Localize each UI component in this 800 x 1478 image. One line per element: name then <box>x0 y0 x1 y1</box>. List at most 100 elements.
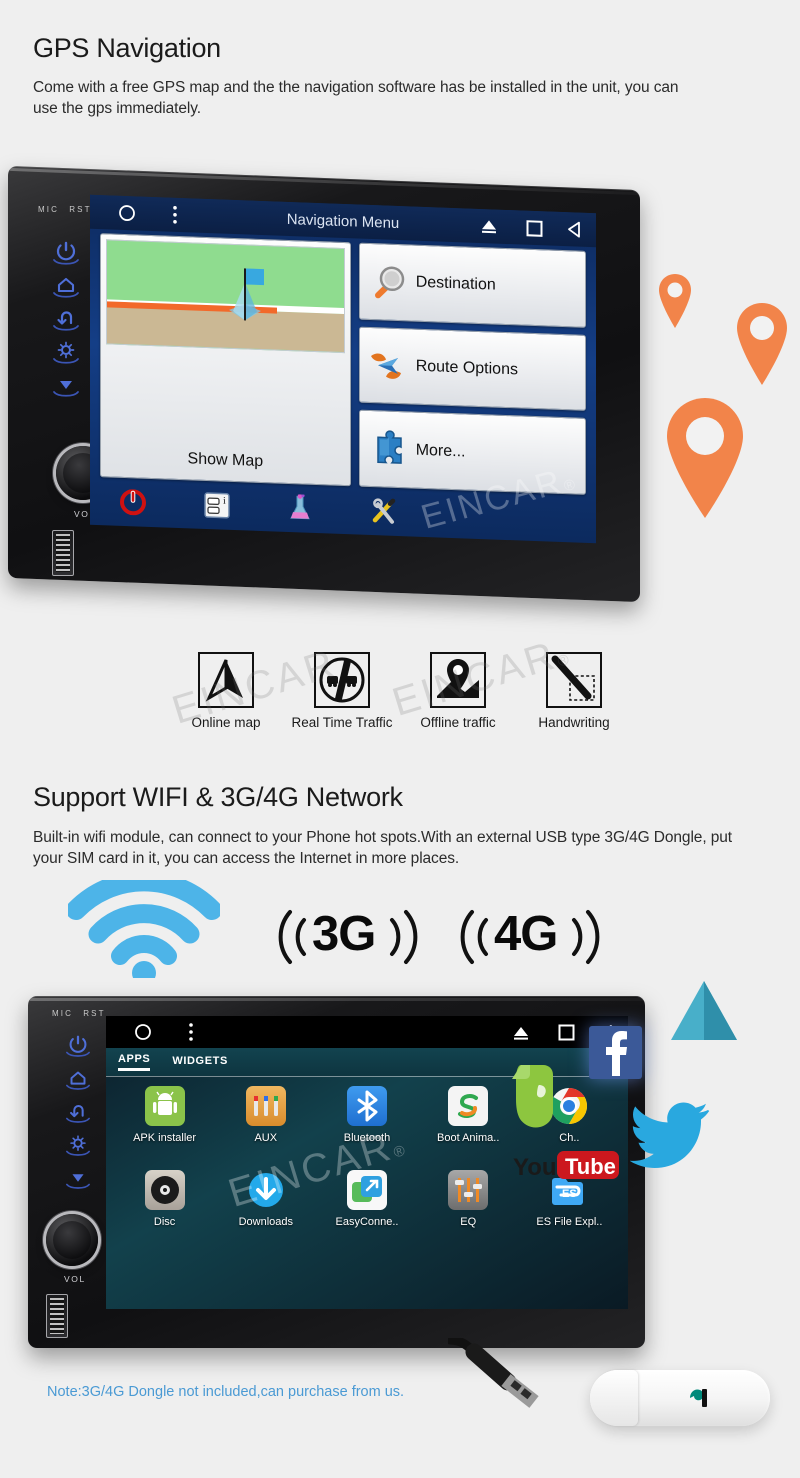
home-circle-icon[interactable] <box>118 204 136 223</box>
app-label: Downloads <box>238 1216 293 1228</box>
feature-label: Real Time Traffic <box>291 715 393 730</box>
map-thumbnail <box>106 239 345 354</box>
flask-icon[interactable] <box>288 493 312 523</box>
power-icon <box>53 241 79 265</box>
feature-handwriting: Handwriting <box>530 652 618 730</box>
rst-label: RST <box>83 1009 106 1018</box>
dongle-cap <box>590 1370 638 1426</box>
aux-plugs-icon <box>245 1086 286 1126</box>
home-icon <box>66 1071 90 1090</box>
nav-menu-grid: Show Map Destination Route Options More.… <box>100 233 586 495</box>
side-button-back[interactable] <box>58 1096 98 1129</box>
app-label: Disc <box>153 1216 176 1228</box>
app-aux[interactable]: AUX <box>215 1086 316 1144</box>
disc-icon <box>144 1170 185 1210</box>
volume-knob[interactable] <box>46 1214 98 1266</box>
puzzle-icon <box>368 429 410 471</box>
side-button-back[interactable] <box>46 302 86 335</box>
svg-text:i: i <box>223 496 226 507</box>
show-map-card[interactable]: Show Map <box>100 233 351 487</box>
pen-writing-icon <box>546 652 602 708</box>
app-bluetooth[interactable]: Bluetooth <box>316 1086 417 1144</box>
square-icon[interactable] <box>558 1024 575 1041</box>
home-icon <box>53 277 79 298</box>
feature-icon-row: Online map Real Time Traffic Offline tra… <box>182 652 618 730</box>
nav-button-route-options[interactable]: Route Options <box>358 326 586 412</box>
easyconnect-icon <box>346 1170 387 1210</box>
eject-icon[interactable] <box>510 1024 532 1042</box>
back-icon <box>66 1104 90 1123</box>
navigation-screen: Navigation Menu Show Map Destination Rou… <box>90 194 596 544</box>
traffic-info-icon[interactable]: i <box>204 492 230 519</box>
feature-label: Handwriting <box>538 715 610 730</box>
app-label: ES File Expl.. <box>536 1216 603 1228</box>
nav-button-destination[interactable]: Destination <box>358 242 586 328</box>
sogou-s-icon <box>448 1086 489 1126</box>
feature-real-time-traffic: Real Time Traffic <box>291 652 393 730</box>
feature-online-map: Online map <box>182 652 270 730</box>
side-button-home[interactable] <box>46 269 86 302</box>
eject-icon[interactable] <box>478 217 500 236</box>
bluetooth-icon <box>346 1086 387 1126</box>
nav-button-destination-label: Destination <box>415 273 496 294</box>
app-eq[interactable]: EQ <box>418 1170 519 1228</box>
back-icon <box>53 311 79 331</box>
google-play-triangle-icon <box>671 981 737 1040</box>
destination-flag-icon <box>229 268 264 321</box>
feature-label: Online map <box>191 715 261 730</box>
back-triangle-icon[interactable] <box>566 220 584 239</box>
menu-dots-icon[interactable] <box>188 1022 194 1042</box>
square-icon[interactable] <box>526 219 543 237</box>
mic-label: MIC <box>38 205 59 214</box>
menu-dots-icon[interactable] <box>172 205 178 225</box>
side-button-power[interactable] <box>58 1030 98 1063</box>
side-button-eject[interactable] <box>46 368 86 401</box>
android-status-bar <box>106 1016 628 1048</box>
brightness-icon <box>53 341 79 364</box>
usb-port[interactable] <box>52 530 74 576</box>
eject-icon <box>53 381 79 397</box>
twitter-icon <box>630 1102 710 1168</box>
eject-icon <box>66 1174 90 1189</box>
power-icon[interactable] <box>120 489 146 516</box>
show-map-label: Show Map <box>187 450 264 471</box>
app-label: Boot Anima.. <box>437 1132 500 1144</box>
app-easyconnect[interactable]: EasyConne.. <box>316 1170 417 1228</box>
tab-apps[interactable]: APPS <box>118 1053 151 1071</box>
volume-label: VOL <box>64 1274 86 1284</box>
svg-text:Tube: Tube <box>565 1154 616 1179</box>
power-icon <box>66 1035 90 1057</box>
app-apk-installer[interactable]: APK installer <box>114 1086 215 1144</box>
magnifier-icon <box>368 261 410 303</box>
app-boot-animation[interactable]: Boot Anima.. <box>418 1086 519 1144</box>
nav-button-more[interactable]: More... <box>358 409 586 495</box>
side-button-power[interactable] <box>46 236 86 269</box>
gps-section-title: GPS Navigation <box>33 33 221 63</box>
feature-label: Offline traffic <box>420 715 496 730</box>
app-downloads[interactable]: Downloads <box>215 1170 316 1228</box>
side-button-home[interactable] <box>58 1063 98 1096</box>
app-disc[interactable]: Disc <box>114 1170 215 1228</box>
badge-3g-text: 3G <box>312 907 376 961</box>
facebook-icon <box>589 1026 642 1079</box>
usb-port[interactable] <box>46 1294 68 1338</box>
navigation-arrow-icon <box>198 652 254 708</box>
side-button-eject[interactable] <box>58 1162 98 1195</box>
usb-cable <box>448 1338 539 1408</box>
nav-button-more-label: More... <box>415 441 466 461</box>
app-label: AUX <box>254 1132 278 1144</box>
side-button-brightness[interactable] <box>46 335 86 368</box>
android-robot-icon <box>144 1086 185 1126</box>
home-circle-icon[interactable] <box>134 1023 152 1041</box>
badge-4g-text: 4G <box>494 907 558 961</box>
badge-3g: 3G <box>268 902 428 972</box>
wifi-icon <box>68 880 220 978</box>
tab-widgets[interactable]: WIDGETS <box>172 1055 228 1070</box>
mic-label: MIC <box>52 1009 73 1018</box>
network-section-body: Built-in wifi module, can connect to you… <box>33 829 732 867</box>
badge-4g: 4G <box>450 902 610 972</box>
car-head-unit-navigation: MIC RST VOL Navigation Menu Show Map Des… <box>8 165 640 603</box>
side-button-brightness[interactable] <box>58 1129 98 1162</box>
tools-icon[interactable] <box>370 497 398 526</box>
product-feature-page: GPS Navigation Come with a free GPS map … <box>0 0 800 1478</box>
